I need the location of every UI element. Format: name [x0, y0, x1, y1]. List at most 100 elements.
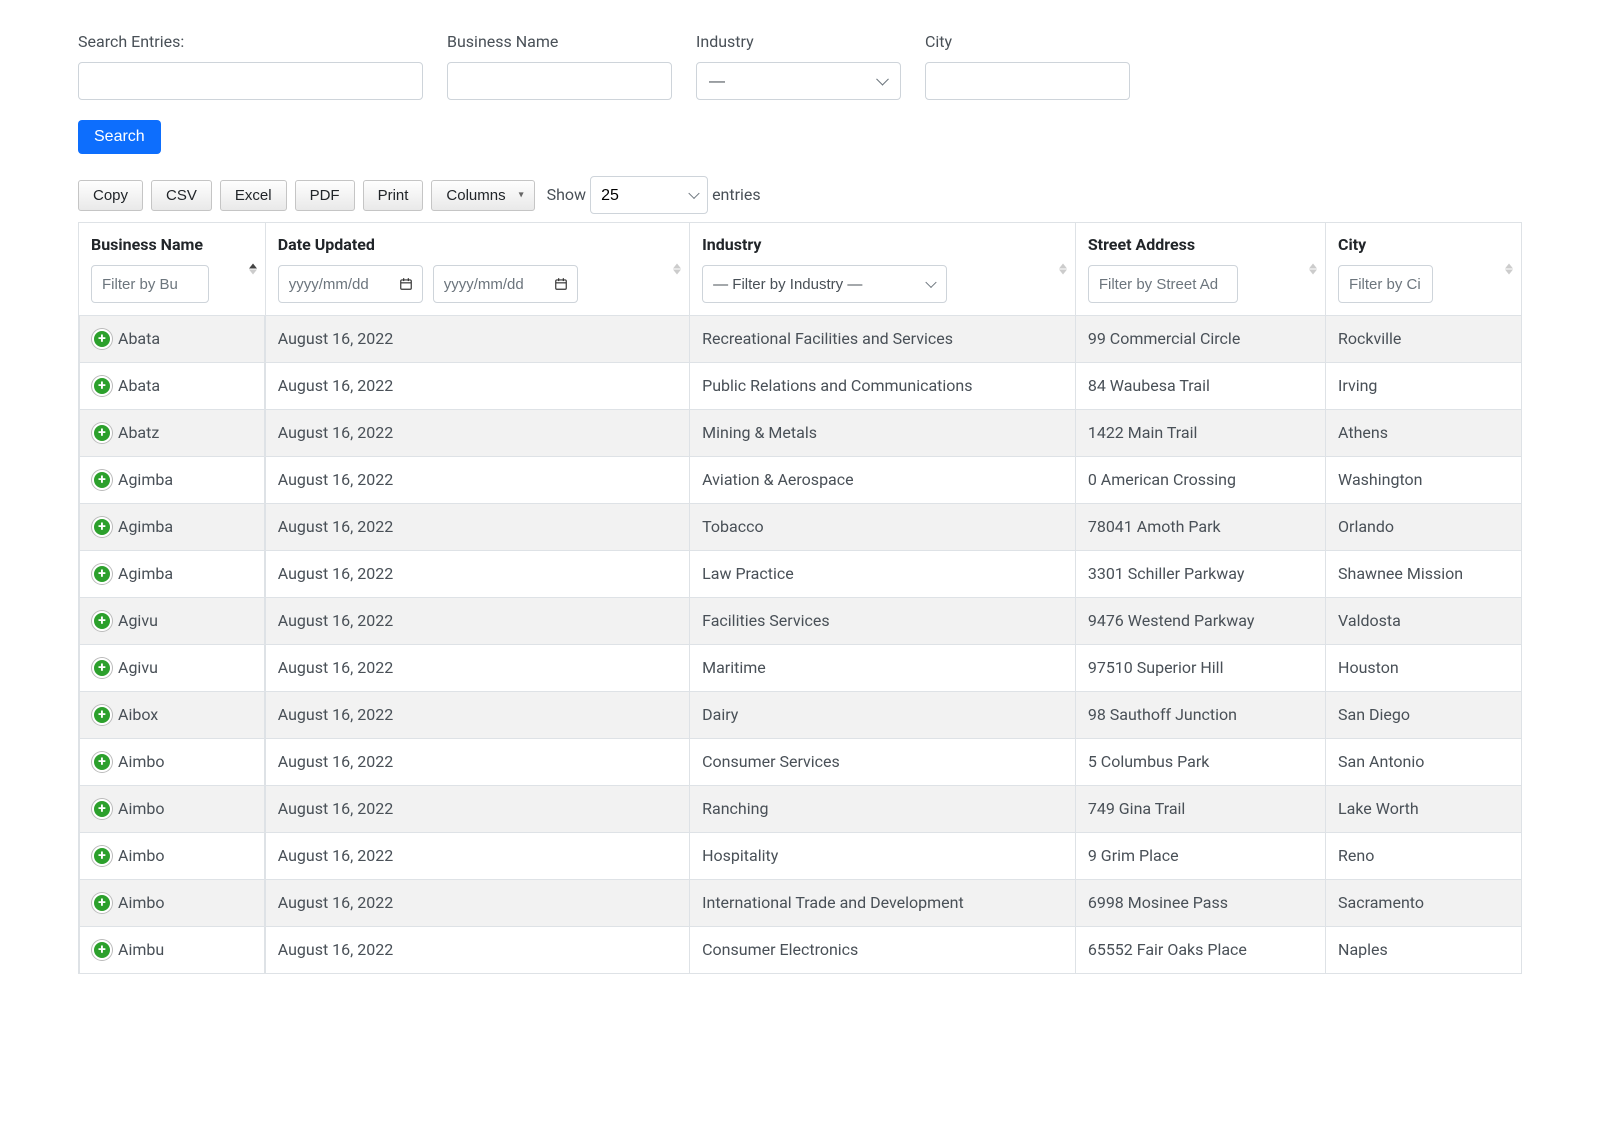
- page-size-select[interactable]: 25: [590, 176, 708, 214]
- cell-industry: Tobacco: [690, 504, 1076, 551]
- sort-icon: [1309, 264, 1317, 275]
- cell-industry: Facilities Services: [690, 598, 1076, 645]
- business-name-value: Agimba: [118, 468, 173, 492]
- industry-select[interactable]: —: [696, 62, 901, 100]
- cell-city: Naples: [1326, 927, 1522, 974]
- cell-date-updated: August 16, 2022: [265, 504, 689, 551]
- cell-date-updated: August 16, 2022: [265, 739, 689, 786]
- print-button[interactable]: Print: [363, 180, 424, 211]
- business-name-input[interactable]: [447, 62, 672, 100]
- pdf-button[interactable]: PDF: [295, 180, 355, 211]
- col-label: Street Address: [1088, 233, 1313, 257]
- industry-field: Industry —: [696, 30, 901, 100]
- cell-city: Sacramento: [1326, 880, 1522, 927]
- col-header-street-address[interactable]: Street Address: [1075, 223, 1325, 316]
- expand-row-icon[interactable]: [92, 705, 112, 725]
- filter-business-name-input[interactable]: [91, 265, 209, 303]
- filter-industry-select[interactable]: — Filter by Industry —: [702, 265, 947, 303]
- filter-date-to-input[interactable]: [433, 265, 578, 303]
- city-input[interactable]: [925, 62, 1130, 100]
- excel-button[interactable]: Excel: [220, 180, 287, 211]
- cell-business-name: Agimba: [79, 551, 265, 597]
- cell-date-updated: August 16, 2022: [265, 786, 689, 833]
- cell-city: Irving: [1326, 363, 1522, 410]
- cell-street-address: 3301 Schiller Parkway: [1075, 551, 1325, 598]
- cell-date-updated: August 16, 2022: [265, 927, 689, 974]
- cell-business-name: Abata: [79, 363, 265, 409]
- col-header-date-updated[interactable]: Date Updated: [265, 223, 689, 316]
- expand-row-icon[interactable]: [92, 611, 112, 631]
- table-row: AimboAugust 16, 2022Ranching749 Gina Tra…: [79, 786, 1522, 833]
- expand-row-icon[interactable]: [92, 752, 112, 772]
- table-row: AimboAugust 16, 2022International Trade …: [79, 880, 1522, 927]
- cell-business-name: Aimbo: [79, 880, 265, 926]
- cell-city: San Diego: [1326, 692, 1522, 739]
- search-entries-input[interactable]: [78, 62, 423, 100]
- business-name-value: Abatz: [118, 421, 159, 445]
- cell-date-updated: August 16, 2022: [265, 316, 689, 363]
- expand-row-icon[interactable]: [92, 517, 112, 537]
- cell-street-address: 6998 Mosinee Pass: [1075, 880, 1325, 927]
- cell-business-name: Abatz: [79, 410, 265, 456]
- expand-row-icon[interactable]: [92, 564, 112, 584]
- cell-city: Shawnee Mission: [1326, 551, 1522, 598]
- csv-button[interactable]: CSV: [151, 180, 212, 211]
- cell-industry: Dairy: [690, 692, 1076, 739]
- cell-business-name: Agivu: [79, 645, 265, 691]
- city-field: City: [925, 30, 1130, 100]
- cell-business-name: Aimbo: [79, 739, 265, 785]
- expand-row-icon[interactable]: [92, 893, 112, 913]
- col-header-city[interactable]: City: [1326, 223, 1522, 316]
- expand-row-icon[interactable]: [92, 329, 112, 349]
- expand-row-icon[interactable]: [92, 846, 112, 866]
- expand-row-icon[interactable]: [92, 940, 112, 960]
- filter-street-address-input[interactable]: [1088, 265, 1238, 303]
- filter-city-input[interactable]: [1338, 265, 1433, 303]
- cell-city: Valdosta: [1326, 598, 1522, 645]
- expand-row-icon[interactable]: [92, 799, 112, 819]
- expand-row-icon[interactable]: [92, 470, 112, 490]
- table-row: AgivuAugust 16, 2022Facilities Services9…: [79, 598, 1522, 645]
- table-row: AbataAugust 16, 2022Public Relations and…: [79, 363, 1522, 410]
- cell-street-address: 749 Gina Trail: [1075, 786, 1325, 833]
- cell-city: Rockville: [1326, 316, 1522, 363]
- cell-street-address: 9476 Westend Parkway: [1075, 598, 1325, 645]
- cell-date-updated: August 16, 2022: [265, 363, 689, 410]
- col-header-industry[interactable]: Industry — Filter by Industry —: [690, 223, 1076, 316]
- show-entries: Show 25 entries: [547, 176, 761, 214]
- business-name-value: Agimba: [118, 562, 173, 586]
- columns-button[interactable]: Columns: [431, 180, 534, 211]
- cell-street-address: 99 Commercial Circle: [1075, 316, 1325, 363]
- cell-city: San Antonio: [1326, 739, 1522, 786]
- city-label: City: [925, 30, 1130, 54]
- industry-label: Industry: [696, 30, 901, 54]
- col-label: Business Name: [91, 233, 253, 257]
- col-header-business-name[interactable]: Business Name: [79, 223, 266, 316]
- cell-business-name: Aimbo: [79, 833, 265, 879]
- expand-row-icon[interactable]: [92, 658, 112, 678]
- business-name-value: Aimbu: [118, 938, 164, 962]
- cell-date-updated: August 16, 2022: [265, 457, 689, 504]
- cell-street-address: 1422 Main Trail: [1075, 410, 1325, 457]
- cell-industry: Aviation & Aerospace: [690, 457, 1076, 504]
- cell-date-updated: August 16, 2022: [265, 833, 689, 880]
- filter-date-from-input[interactable]: [278, 265, 423, 303]
- cell-city: Reno: [1326, 833, 1522, 880]
- table-row: AiboxAugust 16, 2022Dairy98 Sauthoff Jun…: [79, 692, 1522, 739]
- expand-row-icon[interactable]: [92, 376, 112, 396]
- col-label: City: [1338, 233, 1509, 257]
- expand-row-icon[interactable]: [92, 423, 112, 443]
- business-name-value: Agimba: [118, 515, 173, 539]
- copy-button[interactable]: Copy: [78, 180, 143, 211]
- cell-industry: Maritime: [690, 645, 1076, 692]
- search-filters-row: Search Entries: Business Name Industry —…: [78, 30, 1522, 100]
- cell-street-address: 9 Grim Place: [1075, 833, 1325, 880]
- sort-icon: [249, 264, 257, 275]
- cell-business-name: Aimbu: [79, 927, 265, 973]
- cell-date-updated: August 16, 2022: [265, 598, 689, 645]
- cell-industry: Public Relations and Communications: [690, 363, 1076, 410]
- table-row: Agimba August 16, 2022Aviation & Aerospac…: [79, 457, 1522, 504]
- search-button[interactable]: Search: [78, 120, 161, 154]
- business-name-value: Aimbo: [118, 750, 164, 774]
- cell-street-address: 65552 Fair Oaks Place: [1075, 927, 1325, 974]
